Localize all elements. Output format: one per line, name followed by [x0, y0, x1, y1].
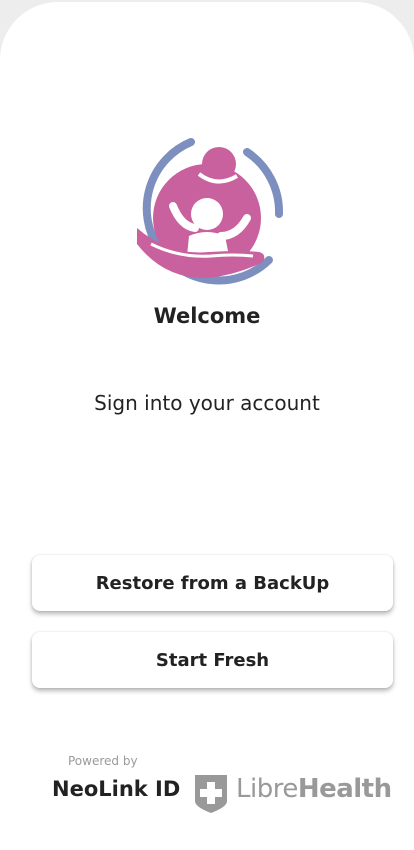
- librehealth-brand-bold: Health: [297, 774, 392, 804]
- welcome-card: Welcome Sign into your account Restore f…: [0, 2, 414, 850]
- powered-by-label: Powered by: [68, 754, 138, 768]
- start-fresh-button[interactable]: Start Fresh: [32, 632, 393, 688]
- medical-cross-shield-icon: [195, 775, 227, 813]
- welcome-heading: Welcome: [153, 304, 261, 328]
- sign-in-subtitle: Sign into your account: [94, 391, 320, 415]
- mother-and-child-logo-icon: [137, 138, 284, 285]
- neolink-id-brand: NeoLink ID: [52, 777, 181, 801]
- restore-backup-button[interactable]: Restore from a BackUp: [32, 555, 393, 611]
- librehealth-brand-light: Libre: [236, 774, 298, 804]
- app-screen: Welcome Sign into your account Restore f…: [0, 0, 414, 850]
- librehealth-brand: LibreHealth: [236, 774, 392, 804]
